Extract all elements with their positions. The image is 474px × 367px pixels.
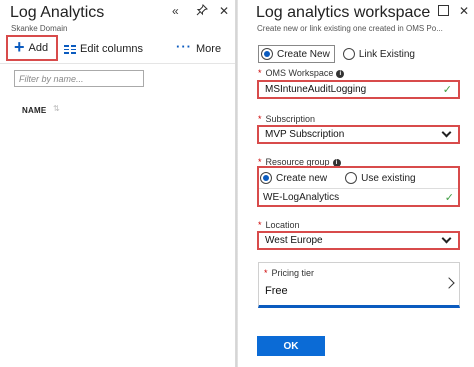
right-blade-subtitle: Create new or link existing one created … [257,24,443,33]
radio-unselected-icon[interactable] [345,172,358,184]
more-dots-icon: ··· [176,38,192,54]
more-button[interactable]: ··· More [176,39,221,59]
more-label: More [196,43,222,55]
chevron-right-icon [443,277,455,289]
chevron-down-icon [441,127,452,138]
location-label: * Location [258,220,300,230]
left-blade-subtitle: Skanke Domain [11,24,68,33]
close-icon[interactable]: ✕ [219,4,229,18]
columns-icon [64,44,76,54]
close-icon[interactable]: ✕ [459,4,469,18]
log-analytics-blade: Log Analytics Skanke Domain « ✕ + Add Ed… [0,0,236,367]
filter-input[interactable] [14,70,144,87]
edit-columns-label: Edit columns [80,43,143,55]
rg-create-new-label: Create new [276,172,328,184]
workspace-mode-group: Create New Link Existing [258,45,415,63]
info-icon: i [336,70,345,78]
create-new-option[interactable]: Create New [258,45,335,63]
workspace-name-value: MSIntuneAuditLogging [265,84,367,95]
resource-group-mode-group: Create new Use existing [260,172,416,184]
subscription-label: * Subscription [258,114,316,124]
create-new-label: Create New [277,48,330,60]
valid-check-icon: ✓ [442,84,452,96]
resource-group-value: WE-LogAnalytics [263,191,340,203]
rg-create-new-option[interactable]: Create new [260,172,327,184]
radio-selected-icon[interactable] [260,172,272,184]
pricing-tier-value: Free [265,285,288,297]
radio-selected-icon[interactable] [261,48,273,60]
location-dropdown[interactable]: West Europe [257,231,460,250]
plus-icon: + [14,37,25,57]
rg-use-existing-option[interactable]: Use existing [345,172,416,184]
ok-button[interactable]: OK [257,336,325,356]
add-button[interactable]: + Add [6,35,58,61]
link-existing-label: Link Existing [358,48,415,60]
collapse-icon[interactable]: « [172,4,179,18]
pricing-tier-label: * Pricing tier [264,268,315,278]
column-header-name[interactable]: NAME [22,106,46,115]
pin-icon[interactable] [196,4,208,19]
pricing-tier-selector[interactable]: * Pricing tier Free [258,262,460,308]
resource-group-name-input[interactable]: WE-LogAnalytics ✓ [259,188,458,205]
radio-unselected-icon[interactable] [342,48,355,60]
location-value: West Europe [265,235,323,246]
edit-columns-button[interactable]: Edit columns [64,39,143,59]
sort-icon[interactable]: ⇅ [53,104,60,113]
subscription-dropdown[interactable]: MVP Subscription [257,125,460,144]
link-existing-option[interactable]: Link Existing [342,48,415,60]
toolbar-divider [0,63,235,64]
maximize-icon[interactable] [438,5,449,19]
right-blade-title: Log analytics workspace [256,4,431,21]
left-blade-title: Log Analytics [10,4,105,21]
subscription-value: MVP Subscription [265,129,345,140]
chevron-down-icon [441,233,452,244]
valid-check-icon: ✓ [444,191,454,204]
add-label: Add [28,42,49,54]
rg-use-existing-label: Use existing [361,172,416,184]
workspace-label: * OMS Workspace i [258,68,345,78]
workspace-name-field[interactable]: MSIntuneAuditLogging ✓ [257,80,460,99]
